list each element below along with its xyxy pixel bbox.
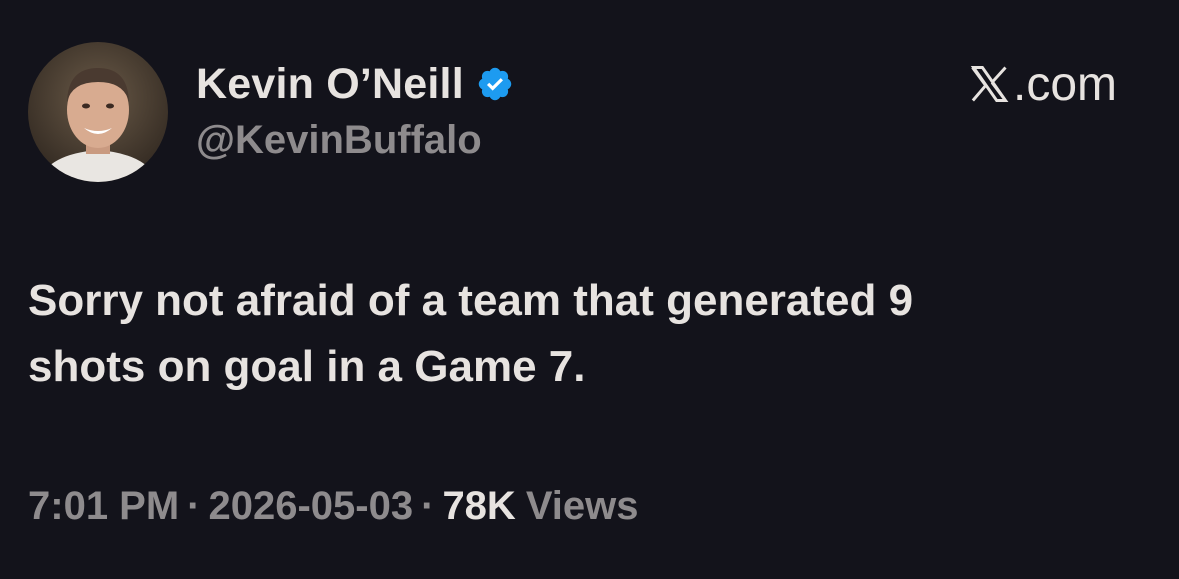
brand-mark: .com <box>967 57 1117 111</box>
avatar[interactable] <box>28 42 168 182</box>
tweet-date[interactable]: 2026-05-03 <box>209 484 414 529</box>
tweet-meta: 7:01 PM · 2026-05-03 · 78K Views <box>28 484 639 529</box>
tweet-text: Sorry not afraid of a team that generate… <box>28 268 1148 400</box>
meta-separator: · <box>187 484 201 528</box>
views-label: Views <box>525 484 639 528</box>
tweet-text-line: Sorry not afraid of a team that generate… <box>28 276 914 325</box>
author-row: Kevin O’Neill <box>196 58 514 110</box>
tweet-time[interactable]: 7:01 PM <box>28 484 179 529</box>
tweet-text-line: shots on goal in a Game 7. <box>28 342 586 391</box>
person-avatar-icon <box>28 42 168 182</box>
tweet-card: Kevin O’Neill @KevinBuffalo .com Sorry n… <box>0 0 1179 579</box>
brand-suffix: .com <box>1012 57 1117 111</box>
views-count[interactable]: 78K <box>442 484 515 529</box>
x-logo-icon <box>967 62 1011 106</box>
meta-separator: · <box>421 484 435 528</box>
verified-badge-icon[interactable] <box>476 65 514 103</box>
author-handle[interactable]: @KevinBuffalo <box>196 118 482 163</box>
display-name[interactable]: Kevin O’Neill <box>196 60 464 109</box>
